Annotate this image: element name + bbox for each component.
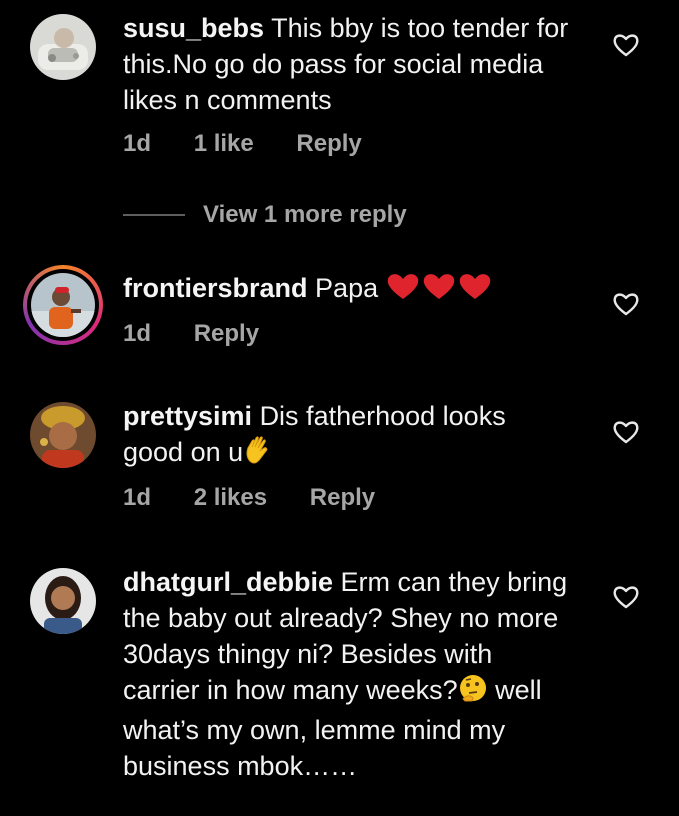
comment-text: dhatgurl_debbie Erm can they bring the b… xyxy=(123,564,573,784)
comment-text: frontiersbrand Papa xyxy=(123,270,573,310)
reply-button[interactable]: Reply xyxy=(296,130,361,157)
heart-outline-icon[interactable] xyxy=(612,291,640,317)
comment-username[interactable]: susu_bebs xyxy=(123,13,264,43)
thinking-face-emoji xyxy=(458,673,488,712)
heart-outline-icon[interactable] xyxy=(612,32,640,58)
comment-username[interactable]: prettysimi xyxy=(123,401,252,431)
waving-hand-emoji xyxy=(243,435,273,474)
comment-time: 1d xyxy=(123,484,152,511)
avatar-photo xyxy=(30,568,96,634)
comment-likes[interactable]: 1 like xyxy=(194,130,254,157)
reply-button[interactable]: Reply xyxy=(194,320,259,347)
comment-username[interactable]: dhatgurl_debbie xyxy=(123,567,333,597)
comment-username[interactable]: frontiersbrand xyxy=(123,273,308,303)
comment-meta: 1d 1 like Reply xyxy=(123,130,398,158)
comment-dhatgurl-debbie: dhatgurl_debbie Erm can they bring the b… xyxy=(0,562,679,816)
avatar-photo xyxy=(30,14,96,80)
avatar-story-ring[interactable] xyxy=(23,265,103,345)
divider-line xyxy=(123,214,185,216)
heart-outline-icon[interactable] xyxy=(612,419,640,445)
comment-prettysimi: prettysimi Dis fatherhood looks good on … xyxy=(0,398,679,528)
comment-frontiersbrand: frontiersbrand Papa 1d Reply xyxy=(0,262,679,362)
comment-time: 1d xyxy=(123,320,152,347)
red-hearts-emoji xyxy=(386,271,498,310)
comment-meta: 1d Reply xyxy=(123,320,295,348)
view-more-replies-button[interactable]: View 1 more reply xyxy=(123,200,407,230)
comment-meta: 1d 2 likes Reply xyxy=(123,484,411,512)
view-more-replies-label: View 1 more reply xyxy=(203,201,407,228)
comment-body: Papa xyxy=(315,273,379,303)
comment-text: susu_bebs This bby is too tender for thi… xyxy=(123,10,573,118)
comment-likes[interactable]: 2 likes xyxy=(194,484,267,511)
avatar[interactable] xyxy=(30,568,96,634)
comment-text: prettysimi Dis fatherhood looks good on … xyxy=(123,398,573,474)
avatar xyxy=(31,273,95,337)
thinking-face-icon xyxy=(459,675,486,702)
avatar-photo xyxy=(31,273,95,337)
comment-time: 1d xyxy=(123,130,152,157)
reply-button[interactable]: Reply xyxy=(310,484,375,511)
heart-outline-icon[interactable] xyxy=(612,584,640,610)
avatar[interactable] xyxy=(30,402,96,468)
avatar-photo xyxy=(30,402,96,468)
avatar[interactable] xyxy=(30,14,96,80)
comment-susu-bebs: susu_bebs This bby is too tender for thi… xyxy=(0,0,679,180)
waving-hand-icon xyxy=(246,436,268,464)
red-heart-icons xyxy=(387,274,490,299)
